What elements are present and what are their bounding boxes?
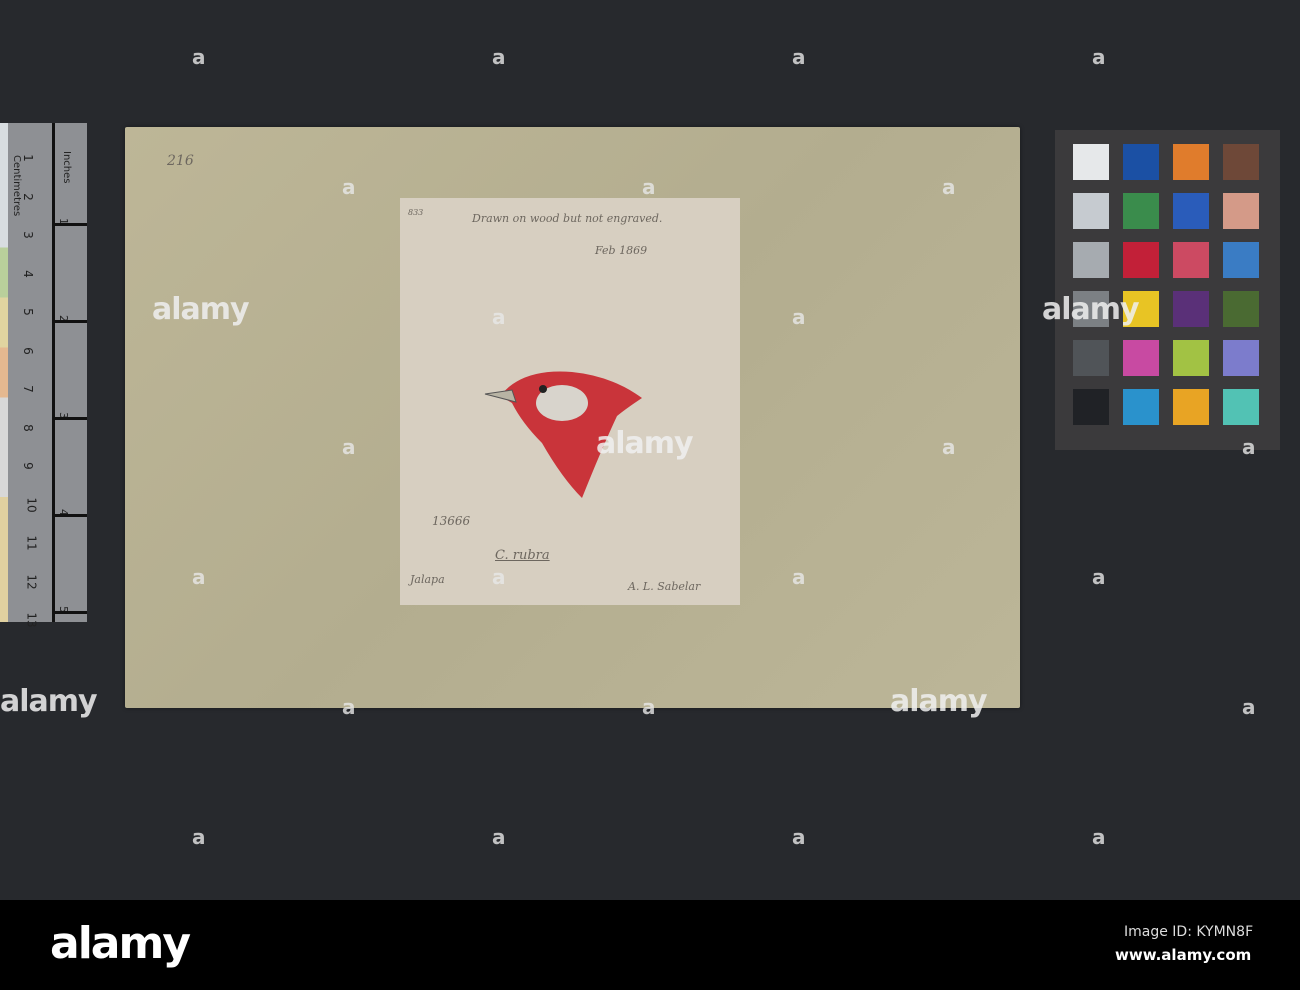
ruler-inch-mark bbox=[52, 320, 87, 323]
watermark-mark: a bbox=[192, 45, 206, 69]
watermark-mark: a bbox=[492, 565, 506, 589]
watermark-mark: a bbox=[1092, 565, 1106, 589]
color-swatch bbox=[1173, 242, 1209, 278]
watermark-mark: a bbox=[492, 45, 506, 69]
color-swatch bbox=[1123, 193, 1159, 229]
watermark-mark: a bbox=[492, 825, 506, 849]
ruler-cm-tick: 6 bbox=[20, 346, 35, 355]
ruler-cm-tick: 3 bbox=[20, 231, 35, 239]
ruler-spine bbox=[52, 123, 55, 622]
color-swatch bbox=[1223, 291, 1259, 327]
watermark-mark: a bbox=[1242, 695, 1256, 719]
ruler-cm-tick: 1 bbox=[20, 154, 35, 162]
ruler-cm-tick: 8 bbox=[20, 423, 35, 432]
color-swatch bbox=[1073, 242, 1109, 278]
color-swatch bbox=[1073, 340, 1109, 376]
color-swatch bbox=[1223, 340, 1259, 376]
footer-bar: alamy Image ID: KYMN8F www.alamy.com bbox=[0, 900, 1300, 990]
ruler-cm-label: Centimetres bbox=[11, 155, 22, 217]
color-swatch bbox=[1173, 291, 1209, 327]
watermark-mark: a bbox=[792, 565, 806, 589]
card-date: Feb 1869 bbox=[595, 244, 648, 257]
watermark: alamy bbox=[152, 292, 250, 327]
color-swatch bbox=[1073, 144, 1109, 180]
color-swatch bbox=[1223, 193, 1259, 229]
watermark: alamy bbox=[890, 684, 988, 719]
watermark-mark: a bbox=[942, 175, 956, 199]
watermark-mark: a bbox=[942, 435, 956, 459]
color-swatch bbox=[1073, 193, 1109, 229]
ruler-cm-tick: 5 bbox=[20, 308, 35, 316]
watermark-mark: a bbox=[1242, 435, 1256, 459]
ruler-cm-tick: 12 bbox=[24, 573, 39, 590]
ruler-inch-mark bbox=[52, 223, 87, 226]
color-swatch bbox=[1123, 242, 1159, 278]
watermark: alamy bbox=[0, 684, 98, 719]
color-swatch bbox=[1173, 340, 1209, 376]
corner-note: 833 bbox=[408, 208, 424, 217]
color-swatch bbox=[1123, 340, 1159, 376]
watermark: alamy bbox=[1042, 292, 1140, 327]
ruler-cm-tick: 9 bbox=[20, 462, 35, 470]
ruler-inch-mark bbox=[52, 417, 87, 420]
watermark-mark: a bbox=[792, 45, 806, 69]
species-name: C. rubra bbox=[495, 548, 550, 563]
color-swatch bbox=[1173, 144, 1209, 180]
catalog-number: 13666 bbox=[432, 514, 471, 528]
ruler-in-label: Inches bbox=[61, 151, 72, 184]
color-swatch bbox=[1223, 389, 1259, 425]
ruler-inch-mark bbox=[52, 514, 87, 517]
scale-ruler: Centimetres Inches 1 2 3 4 5 6 7 8 9 10 11 12 13 1 2 3 4… bbox=[0, 123, 87, 628]
watermark-mark: a bbox=[1092, 45, 1106, 69]
sheet-number: 216 bbox=[167, 153, 194, 169]
color-swatch bbox=[1223, 144, 1259, 180]
color-swatch bbox=[1173, 193, 1209, 229]
ruler-cm-tick: 4 bbox=[20, 269, 35, 278]
watermark-mark: a bbox=[342, 175, 356, 199]
color-strip bbox=[0, 123, 8, 622]
watermark-mark: a bbox=[492, 305, 506, 329]
card-note: Drawn on wood but not engraved. bbox=[472, 212, 663, 225]
watermark-mark: a bbox=[342, 435, 356, 459]
watermark-mark: a bbox=[642, 175, 656, 199]
locality: Jalapa bbox=[410, 573, 445, 586]
watermark-mark: a bbox=[342, 695, 356, 719]
watermark-mark: a bbox=[192, 825, 206, 849]
alamy-logo: alamy bbox=[50, 918, 191, 969]
color-swatch bbox=[1173, 389, 1209, 425]
color-swatch bbox=[1123, 144, 1159, 180]
artist-signature: A. L. Sabelar bbox=[628, 580, 701, 593]
watermark: alamy bbox=[596, 426, 694, 461]
ruler-cm-tick: 10 bbox=[24, 496, 39, 513]
color-calibration-chart bbox=[1055, 130, 1280, 450]
color-swatch bbox=[1223, 242, 1259, 278]
watermark-mark: a bbox=[1092, 825, 1106, 849]
ruler-cm-tick: 11 bbox=[24, 535, 39, 551]
alamy-url: www.alamy.com bbox=[1115, 946, 1252, 964]
watermark-mark: a bbox=[642, 695, 656, 719]
watermark-mark: a bbox=[792, 825, 806, 849]
ruler-cm-tick: 2 bbox=[20, 192, 35, 201]
watermark-mark: a bbox=[192, 565, 206, 589]
ruler-inch-mark bbox=[52, 611, 87, 614]
image-id: Image ID: KYMN8F bbox=[1124, 924, 1254, 940]
color-swatch bbox=[1123, 389, 1159, 425]
ruler-cm-tick: 7 bbox=[20, 385, 35, 393]
watermark-mark: a bbox=[792, 305, 806, 329]
ruler-cm-tick: 13 bbox=[24, 612, 39, 628]
illustration-card: 833 Drawn on wood but not engraved. Feb … bbox=[400, 198, 740, 605]
color-swatch bbox=[1073, 389, 1109, 425]
